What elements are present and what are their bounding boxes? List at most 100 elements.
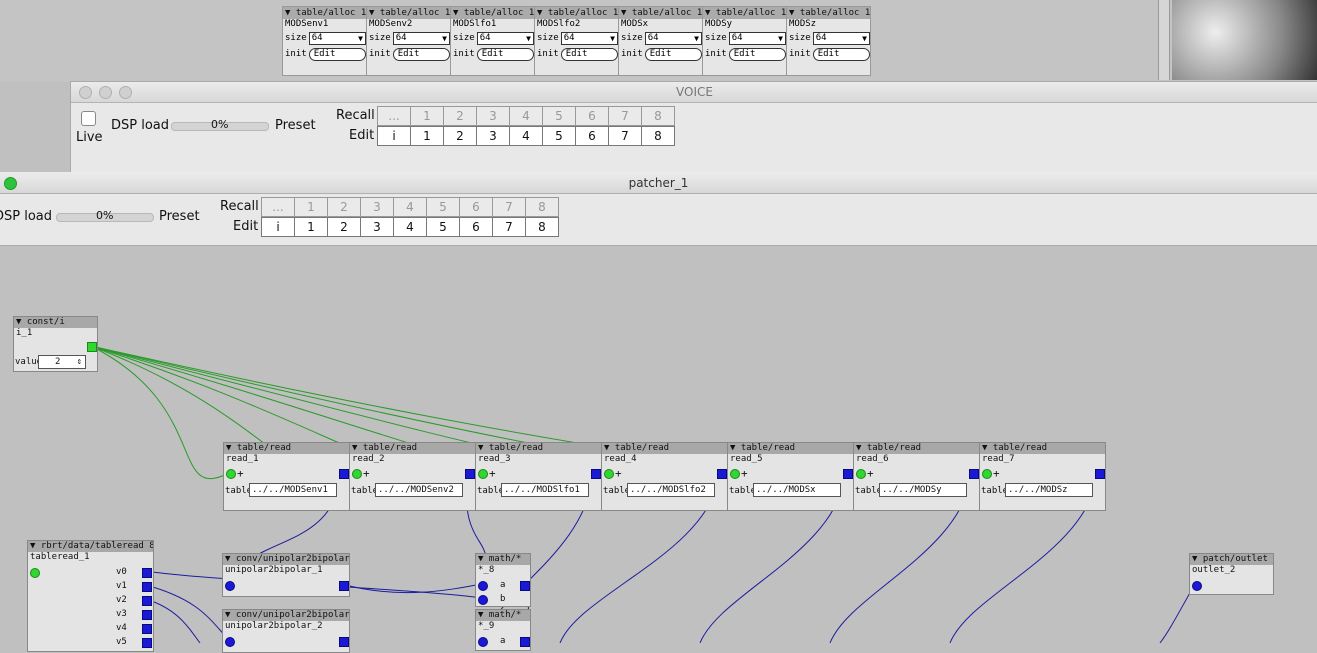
table-path-field[interactable]: ../../MODSx — [753, 483, 841, 497]
read-index-inlet[interactable] — [226, 469, 236, 479]
table-path-field[interactable]: ../../MODSenv2 — [375, 483, 463, 497]
object-instance-name: tableread_1 — [30, 552, 90, 562]
plus-label: + — [489, 467, 496, 480]
object-instance-name: *_8 — [478, 565, 495, 575]
tableread-to-conv-cord[interactable] — [145, 584, 230, 641]
outlet-label: v5 — [116, 637, 127, 647]
table-read-object[interactable]: ▼ table/read read_3 + table ../../MODSlfo1 — [475, 442, 602, 511]
table-path-field[interactable]: ../../MODSz — [1005, 483, 1093, 497]
read-index-inlet[interactable] — [604, 469, 614, 479]
outlet-label: v4 — [116, 623, 127, 633]
plus-label: + — [237, 467, 244, 480]
table-path-field[interactable]: ../../MODSlfo2 — [627, 483, 715, 497]
object-instance-name: read_3 — [478, 454, 511, 464]
read-index-inlet[interactable] — [352, 469, 362, 479]
math-inlet-b[interactable] — [478, 595, 488, 605]
tableread-cord[interactable] — [145, 598, 201, 643]
read-index-inlet[interactable] — [730, 469, 740, 479]
tableread-outlet[interactable] — [142, 624, 152, 634]
object-instance-name: outlet_2 — [1192, 565, 1236, 575]
patch-cords — [90, 345, 1196, 643]
object-instance-name: unipolar2bipolar_1 — [225, 565, 323, 575]
object-instance-name: read_5 — [730, 454, 763, 464]
read-outlet[interactable] — [591, 469, 601, 479]
math-inlet-a[interactable] — [478, 581, 488, 591]
object-header[interactable]: ▼ conv/unipolar2bipolar — [223, 554, 349, 565]
inlet-a-label: a — [500, 636, 506, 646]
tableread-inlet[interactable] — [30, 568, 40, 578]
object-instance-name: read_7 — [982, 454, 1015, 464]
conv-inlet[interactable] — [225, 637, 235, 647]
object-instance-name: read_6 — [856, 454, 889, 464]
read-outlet[interactable] — [465, 469, 475, 479]
math-outlet[interactable] — [520, 637, 530, 647]
tableread-outlet[interactable] — [142, 582, 152, 592]
object-header[interactable]: ▼ conv/unipolar2bipolar — [223, 610, 349, 621]
read-outlet[interactable] — [969, 469, 979, 479]
object-header[interactable]: ▼ table/read — [602, 443, 727, 454]
conv-outlet[interactable] — [339, 581, 349, 591]
object-header[interactable]: ▼ table/read — [854, 443, 979, 454]
outlet-label: v0 — [116, 567, 127, 577]
tableread-outlet[interactable] — [142, 610, 152, 620]
plus-label: + — [867, 467, 874, 480]
plus-label: + — [615, 467, 622, 480]
object-instance-name: *_9 — [478, 621, 495, 631]
conv-inlet[interactable] — [225, 581, 235, 591]
object-instance-name: read_1 — [226, 454, 259, 464]
plus-label: + — [993, 467, 1000, 480]
object-header[interactable]: ▼ table/read — [476, 443, 601, 454]
object-header[interactable]: ▼ math/* — [476, 610, 530, 621]
math-multiply-object-2[interactable]: ▼ math/* *_9 a — [475, 609, 531, 651]
table-read-object[interactable]: ▼ table/read read_5 + table ../../MODSx — [727, 442, 854, 511]
table-read-object[interactable]: ▼ table/read read_7 + table ../../MODSz — [979, 442, 1106, 511]
plus-label: + — [363, 467, 370, 480]
table-read-object[interactable]: ▼ table/read read_2 + table ../../MODSenv2 — [349, 442, 476, 511]
math-multiply-object-1[interactable]: ▼ math/* *_8 a b — [475, 553, 531, 607]
object-header[interactable]: ▼ math/* — [476, 554, 530, 565]
read-outlet[interactable] — [843, 469, 853, 479]
tableread-outlet[interactable] — [142, 596, 152, 606]
tableread-outlet[interactable] — [142, 638, 152, 648]
object-header[interactable]: ▼ const/i — [14, 317, 97, 328]
object-header[interactable]: ▼ table/read — [350, 443, 475, 454]
const-i-object[interactable]: ▼ const/i i_1 value 2 ⇕ — [13, 316, 98, 372]
object-instance-name: read_2 — [352, 454, 385, 464]
object-header[interactable]: ▼ rbrt/data/tableread 8 — [28, 541, 153, 552]
inlet-a-label: a — [500, 580, 506, 590]
outlet-label: v3 — [116, 609, 127, 619]
tableread-outlet[interactable] — [142, 568, 152, 578]
read-outlet[interactable] — [339, 469, 349, 479]
inlet-b-label: b — [500, 594, 506, 604]
object-header[interactable]: ▼ table/read — [980, 443, 1105, 454]
const-outlet[interactable] — [87, 342, 97, 352]
object-instance-name: unipolar2bipolar_2 — [225, 621, 323, 631]
object-header[interactable]: ▼ patch/outlet f — [1190, 554, 1273, 565]
outlet-label: v2 — [116, 595, 127, 605]
table-path-field[interactable]: ../../MODSenv1 — [249, 483, 337, 497]
object-header[interactable]: ▼ table/read — [728, 443, 853, 454]
table-path-field[interactable]: ../../MODSy — [879, 483, 967, 497]
value-spinner[interactable]: 2 ⇕ — [38, 355, 86, 369]
object-instance-name: i_1 — [16, 328, 33, 338]
read-index-inlet[interactable] — [982, 469, 992, 479]
patch-outlet-object[interactable]: ▼ patch/outlet f outlet_2 — [1189, 553, 1274, 595]
tableread-object[interactable]: ▼ rbrt/data/tableread 8 tableread_1 v0 v1… — [27, 540, 154, 652]
read-index-inlet[interactable] — [856, 469, 866, 479]
read-outlet[interactable] — [717, 469, 727, 479]
table-read-object[interactable]: ▼ table/read read_6 + table ../../MODSy — [853, 442, 980, 511]
conv-object-1[interactable]: ▼ conv/unipolar2bipolar unipolar2bipolar… — [222, 553, 350, 597]
math-inlet-a[interactable] — [478, 637, 488, 647]
table-read-object[interactable]: ▼ table/read read_1 + table ../../MODSenv1 — [223, 442, 350, 511]
plus-label: + — [741, 467, 748, 480]
math-outlet[interactable] — [520, 581, 530, 591]
table-path-field[interactable]: ../../MODSlfo1 — [501, 483, 589, 497]
outlet-inlet[interactable] — [1192, 581, 1202, 591]
read-outlet[interactable] — [1095, 469, 1105, 479]
object-instance-name: read_4 — [604, 454, 637, 464]
read-index-inlet[interactable] — [478, 469, 488, 479]
conv-outlet[interactable] — [339, 637, 349, 647]
table-read-object[interactable]: ▼ table/read read_4 + table ../../MODSlfo2 — [601, 442, 728, 511]
conv-object-2[interactable]: ▼ conv/unipolar2bipolar unipolar2bipolar… — [222, 609, 350, 653]
object-header[interactable]: ▼ table/read — [224, 443, 349, 454]
